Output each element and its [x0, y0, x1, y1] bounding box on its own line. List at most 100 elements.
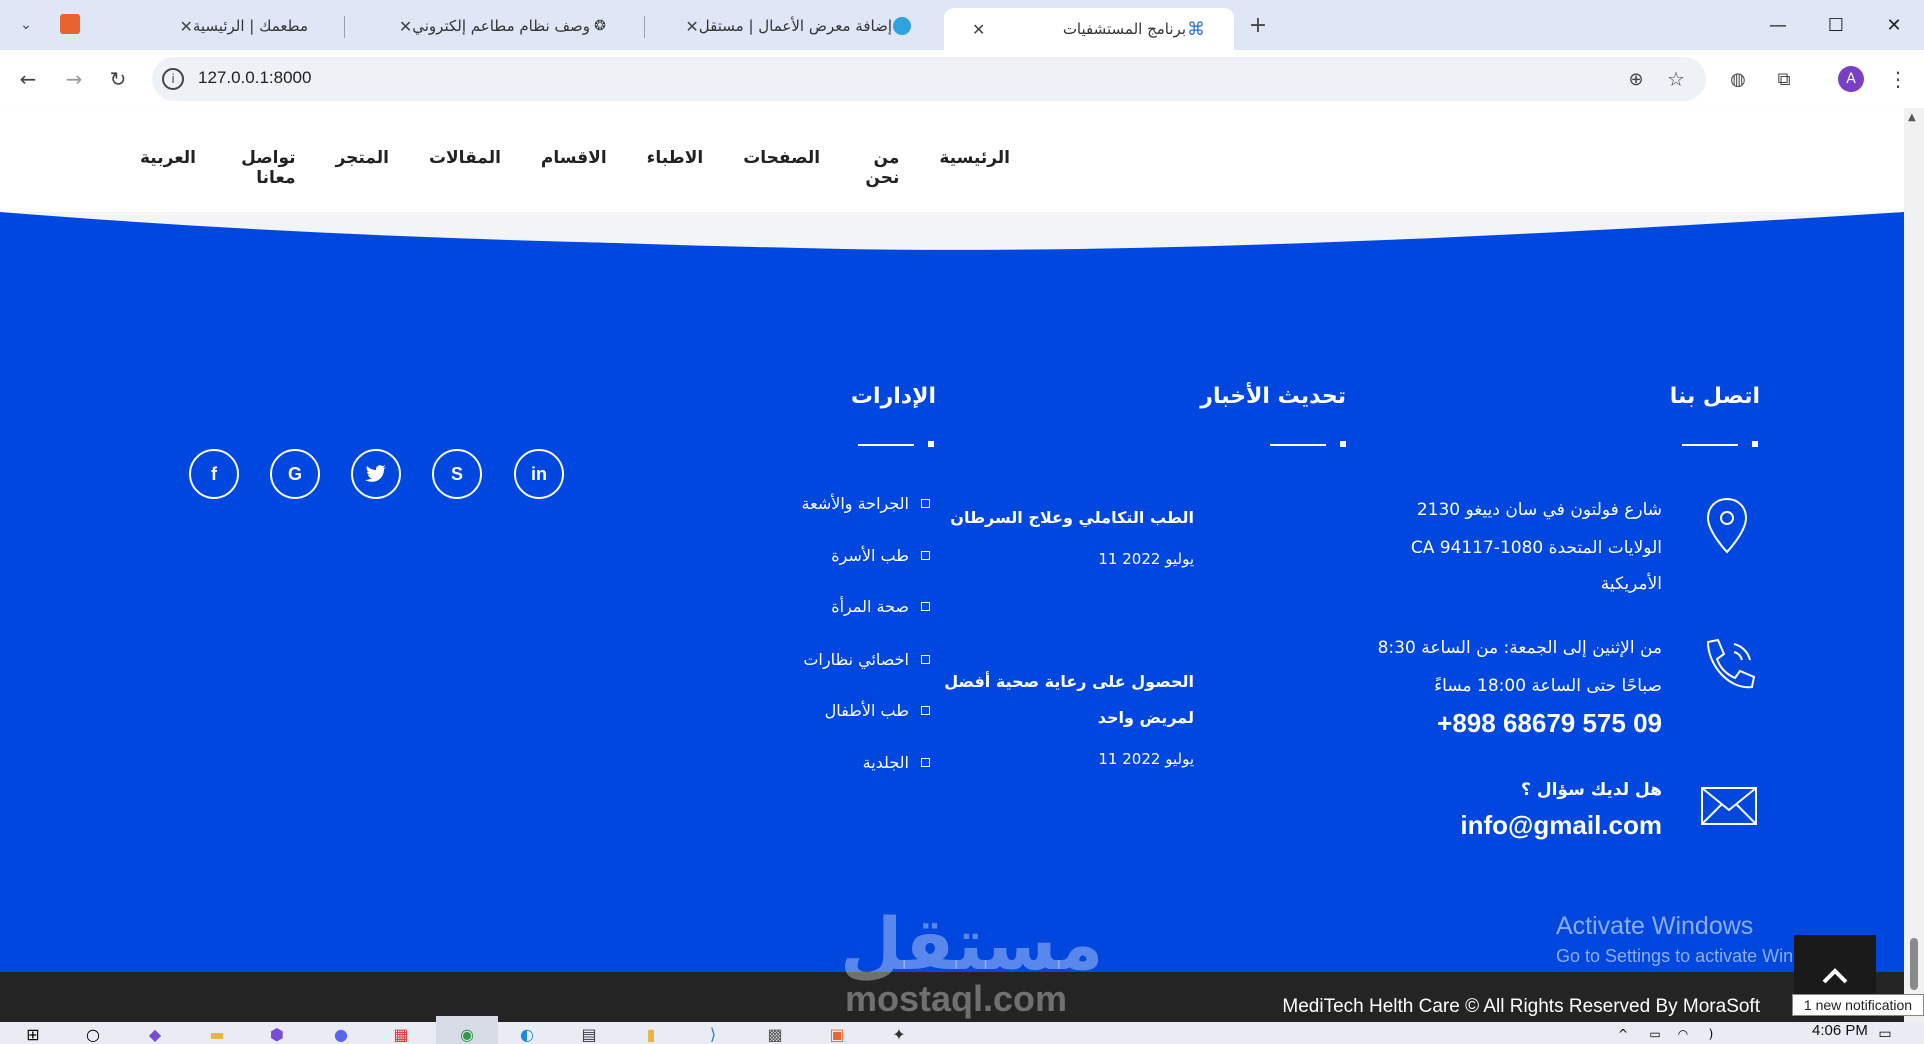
- close-icon[interactable]: ✕: [685, 17, 698, 36]
- department-link[interactable]: الجراحة والأشعة: [740, 494, 930, 513]
- news-item-title[interactable]: الطب التكاملي وعلاج السرطان: [940, 500, 1194, 536]
- twitter-icon[interactable]: [351, 449, 401, 499]
- header-wave: [0, 212, 1904, 260]
- page-scrollbar[interactable]: [1904, 108, 1924, 1044]
- folder-icon[interactable]: ▮: [636, 1024, 666, 1044]
- nav-doctors[interactable]: الاطباء: [647, 148, 704, 172]
- bookmark-star-icon[interactable]: ☆: [1658, 61, 1694, 97]
- tab-restaurant-home[interactable]: مطعمك | الرئيسية ✕: [176, 8, 336, 44]
- tab-hospital-program[interactable]: ⌘ برنامج المستشفيات ✕: [944, 8, 1234, 50]
- department-label: طب الأطفال: [824, 701, 909, 720]
- nav-about[interactable]: من نحن: [860, 148, 899, 188]
- google-icon[interactable]: G: [270, 449, 320, 499]
- hospital-icon: ⌘: [1187, 18, 1205, 40]
- nav-departments[interactable]: الاقسام: [541, 148, 607, 172]
- title-underline: [858, 444, 914, 446]
- close-window-icon[interactable]: ✕: [1872, 8, 1916, 42]
- department-link[interactable]: الجلدية: [740, 753, 930, 772]
- taskbar-clock[interactable]: 4:06 PM: [1812, 1022, 1868, 1039]
- reload-icon[interactable]: ↻: [100, 61, 136, 97]
- nav-articles[interactable]: المقالات: [429, 148, 501, 172]
- news-item-title-line-2[interactable]: لمريض واحد: [940, 700, 1194, 736]
- title-underline: [1270, 444, 1326, 446]
- location-pin-icon: [1704, 496, 1750, 556]
- watermark-arabic: مستقل: [840, 902, 1104, 986]
- department-link[interactable]: صحة المرأة: [740, 597, 930, 616]
- maximize-icon[interactable]: ☐: [1814, 8, 1858, 42]
- email-address[interactable]: info@gmail.com: [1300, 810, 1662, 841]
- zoom-icon[interactable]: ⊕: [1618, 61, 1654, 97]
- department-link[interactable]: اخصائي نظارات: [740, 650, 930, 669]
- close-icon[interactable]: ✕: [399, 17, 412, 36]
- nav-store[interactable]: المتجر: [336, 148, 389, 172]
- file-explorer-icon[interactable]: ▬: [202, 1024, 232, 1044]
- site-info-icon[interactable]: i: [162, 68, 184, 90]
- news-title: تحديث الأخبار: [1200, 384, 1346, 409]
- tray-chevron-icon[interactable]: ^: [1608, 1024, 1638, 1044]
- nav-home[interactable]: الرئيسية: [939, 148, 1010, 172]
- windows-start-icon[interactable]: ⊞: [18, 1024, 48, 1044]
- store-icon[interactable]: ▦: [386, 1024, 416, 1044]
- facebook-icon[interactable]: f: [189, 449, 239, 499]
- minimize-icon[interactable]: —: [1756, 8, 1800, 42]
- bullet-box: [921, 706, 930, 715]
- xampp-tab-favicon: [60, 14, 80, 34]
- back-icon[interactable]: ←: [10, 61, 46, 97]
- copyright-text: MediTech Helth Care © All Rights Reserve…: [1282, 996, 1760, 1017]
- address-line-2: الولايات المتحدة CA 94117-1080: [1410, 538, 1662, 558]
- phone-icon: [1700, 634, 1758, 696]
- chrome-icon[interactable]: ◉: [452, 1024, 482, 1044]
- scroll-up-arrow-icon[interactable]: ▲: [1908, 112, 1916, 123]
- bullet-box: [921, 758, 930, 767]
- scrollbar-thumb[interactable]: [1910, 938, 1918, 990]
- nav-contact[interactable]: تواصل معانا: [236, 148, 295, 188]
- url-text[interactable]: 127.0.0.1:8000: [198, 68, 311, 88]
- app-icon[interactable]: ✦: [884, 1024, 914, 1044]
- xampp-icon[interactable]: ▣: [822, 1024, 852, 1044]
- bullet-box: [921, 655, 930, 664]
- tab-mostaql-portfolio[interactable]: إضافة معرض الأعمال | مستقل ✕: [652, 8, 940, 44]
- title-dot: [1752, 441, 1758, 447]
- search-icon[interactable]: ○: [78, 1024, 108, 1044]
- vscode-icon[interactable]: ⟩: [698, 1024, 728, 1044]
- notepad-icon[interactable]: ▤: [574, 1024, 604, 1044]
- openai-icon: ❂: [594, 18, 606, 34]
- app-icon[interactable]: ▩: [760, 1024, 790, 1044]
- address-bar[interactable]: [152, 57, 1706, 101]
- tab-separator: [644, 16, 645, 38]
- question-text: هل لديك سؤال ؟: [1521, 780, 1662, 800]
- forward-icon[interactable]: →: [56, 61, 92, 97]
- department-label: الجلدية: [862, 753, 909, 772]
- nav-language[interactable]: العربية: [140, 148, 196, 172]
- tab-title: مطعمك | الرئيسية: [192, 17, 308, 35]
- site-footer: [0, 260, 1904, 972]
- profile-avatar[interactable]: A: [1838, 66, 1864, 92]
- volume-icon[interactable]: ): [1696, 1024, 1726, 1044]
- tab-title: إضافة معرض الأعمال | مستقل: [698, 17, 892, 35]
- news-item-title[interactable]: الحصول على رعاية صحية أفضل: [940, 664, 1194, 700]
- notification-tooltip: 1 new notification: [1792, 994, 1924, 1016]
- app-icon[interactable]: ⬢: [262, 1024, 292, 1044]
- address-line-3: الأمريكية: [1600, 574, 1662, 594]
- tab-restaurant-system[interactable]: ❂ وصف نظام مطاعم إلكتروني ✕: [352, 8, 638, 44]
- skype-icon[interactable]: S: [432, 449, 482, 499]
- close-icon[interactable]: ✕: [179, 17, 192, 36]
- new-tab-button[interactable]: +: [1240, 8, 1276, 42]
- extension-icon[interactable]: ◍: [1720, 61, 1756, 97]
- menu-icon[interactable]: ⋮: [1880, 61, 1916, 97]
- notification-center-icon[interactable]: ▭: [1870, 1024, 1900, 1044]
- extensions-puzzle-icon[interactable]: ⧉: [1766, 61, 1802, 97]
- discord-icon[interactable]: ●: [326, 1024, 356, 1044]
- copilot-icon[interactable]: ◆: [140, 1024, 170, 1044]
- nav-pages[interactable]: الصفحات: [743, 148, 820, 172]
- edge-icon[interactable]: ◐: [512, 1024, 542, 1044]
- watermark-english: mostaql.com: [845, 978, 1068, 1019]
- linkedin-icon[interactable]: in: [514, 449, 564, 499]
- phone-number[interactable]: +898 68679 575 09: [1300, 708, 1662, 739]
- network-icon[interactable]: ◠: [1668, 1024, 1698, 1044]
- close-icon[interactable]: ✕: [972, 20, 985, 39]
- department-link[interactable]: طب الأسرة: [740, 546, 930, 565]
- department-label: الجراحة والأشعة: [801, 494, 909, 513]
- department-link[interactable]: طب الأطفال: [740, 701, 930, 720]
- tab-search-dropdown-icon[interactable]: ⌄: [8, 8, 44, 42]
